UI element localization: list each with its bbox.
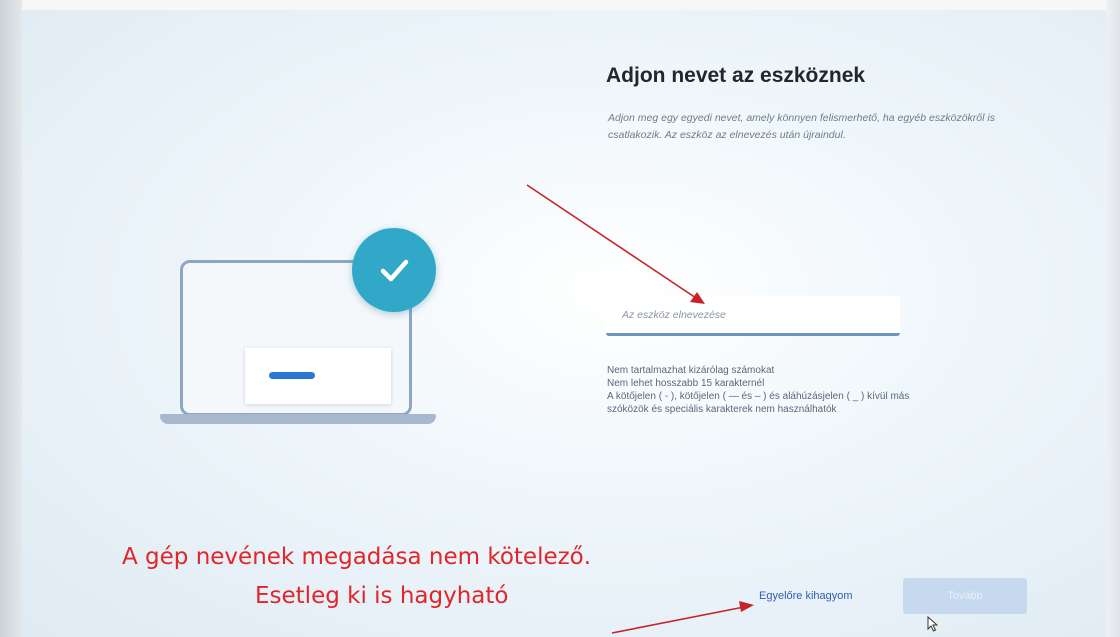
next-button[interactable]: Tovább bbox=[903, 578, 1027, 614]
naming-rules: Nem tartalmazhat kizárólag számokat Nem … bbox=[607, 364, 1027, 416]
dialog-bar bbox=[269, 372, 315, 379]
rule-text: A kötőjelen ( - ), kötőjelen ( — és – ) … bbox=[607, 391, 910, 402]
page-title: Adjon nevet az eszköznek bbox=[606, 64, 866, 87]
skip-link[interactable]: Egyelőre kihagyom bbox=[759, 590, 853, 602]
rule-text: Nem tartalmazhat kizárólag számokat bbox=[607, 365, 775, 376]
page-description: Adjon meg egy egyedi nevet, amely könnye… bbox=[608, 112, 995, 141]
laptop-base bbox=[160, 414, 436, 424]
mouse-cursor-icon bbox=[927, 615, 939, 637]
monitor-bezel-left bbox=[0, 0, 22, 637]
monitor-bezel-top bbox=[0, 0, 1120, 10]
device-name-input[interactable] bbox=[606, 296, 900, 336]
dialog-card bbox=[245, 348, 391, 404]
checkmark-icon bbox=[352, 228, 436, 312]
rule-text: Nem lehet hosszabb 15 karakternél bbox=[607, 378, 765, 389]
rule-text: szóközök és speciális karakterek nem has… bbox=[607, 404, 837, 415]
annotation-line-1: A gép nevének megadása nem kötelező. bbox=[122, 544, 592, 570]
annotation-line-2: Esetleg ki is hagyható bbox=[255, 583, 509, 609]
monitor-bezel-right bbox=[1106, 0, 1120, 637]
device-illustration bbox=[160, 228, 450, 438]
